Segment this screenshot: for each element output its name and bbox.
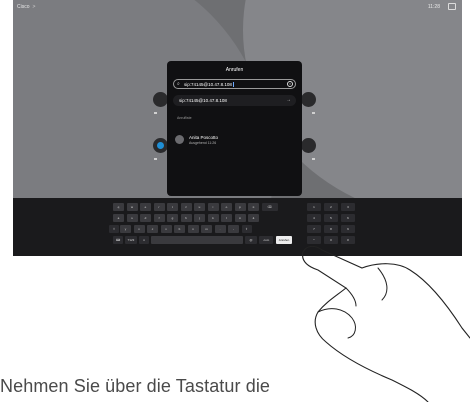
numpad-key-4[interactable]: 4	[307, 214, 321, 222]
caption-text: Nehmen Sie über die Tastatur die	[0, 376, 271, 396]
home-button-left-bottom	[153, 138, 168, 153]
numpad-key-2[interactable]: 2	[324, 203, 338, 211]
key-a[interactable]: a	[113, 214, 124, 222]
key-q[interactable]: q	[113, 203, 124, 211]
clock: 11:28	[427, 4, 440, 10]
numpad-key-3[interactable]: 3	[341, 203, 355, 211]
key--[interactable]: -	[228, 225, 239, 233]
numpad-key-6[interactable]: 6	[341, 214, 355, 222]
dial-suggestion[interactable]: sip:74145@10.47.8.108 →	[173, 95, 296, 106]
home-button-right-top	[301, 92, 316, 107]
key-m[interactable]: m	[201, 225, 212, 233]
key-c[interactable]: c	[147, 225, 158, 233]
home-label	[154, 112, 157, 114]
key-ü[interactable]: ü	[248, 203, 259, 211]
numpad-key-1[interactable]: 1	[307, 203, 321, 211]
numpad-key-*[interactable]: *	[307, 236, 321, 244]
clear-icon[interactable]: ×	[287, 81, 293, 87]
space-key[interactable]	[151, 236, 243, 244]
touch-screen: Cisco > 11:28 Anrufen ⌕ sip:74145@10.47.8…	[13, 0, 462, 256]
key-d[interactable]: d	[140, 214, 151, 222]
numpad-key-0[interactable]: 0	[324, 236, 338, 244]
key-g[interactable]: g	[167, 214, 178, 222]
key-l[interactable]: l	[221, 214, 232, 222]
key-f[interactable]: f	[153, 214, 165, 222]
dotcom-key[interactable]: .com	[259, 236, 273, 244]
shift-key[interactable]: ⇧	[241, 225, 252, 233]
key-e[interactable]: e	[140, 203, 151, 211]
key-p[interactable]: p	[234, 203, 246, 211]
key-ä[interactable]: ä	[248, 214, 259, 222]
avatar	[175, 135, 184, 144]
brand-label[interactable]: Cisco >	[17, 4, 35, 10]
mode-key[interactable]: ?123	[125, 236, 137, 244]
key-s[interactable]: s	[126, 214, 138, 222]
at-key[interactable]: @	[245, 236, 257, 244]
text-cursor	[232, 82, 234, 88]
search-icon: ⌕	[177, 81, 180, 87]
key-h[interactable]: h	[180, 214, 192, 222]
contact-name: Anita Poscotto	[189, 135, 219, 140]
key-v[interactable]: v	[160, 225, 172, 233]
arrow-right-icon: →	[286, 97, 291, 103]
on-screen-keyboard: q w e r t z u i o p ü a s d f g h j k l ö ä y x c v b n m. - ⌫ ⇧ ⇧ ⌨ ?123 ☺…	[13, 198, 462, 256]
home-button-right-bottom	[301, 138, 316, 153]
key-r[interactable]: r	[153, 203, 165, 211]
shift-key[interactable]: ⇧	[109, 225, 119, 233]
home-label	[312, 112, 315, 114]
numpad-key-7[interactable]: 7	[307, 225, 321, 233]
key-ö[interactable]: ö	[234, 214, 246, 222]
numpad-key-9[interactable]: 9	[341, 225, 355, 233]
top-bar: Cisco > 11:28	[13, 0, 462, 16]
camera-icon[interactable]	[448, 3, 456, 10]
numpad-key-5[interactable]: 5	[324, 214, 338, 222]
numpad-key-8[interactable]: 8	[324, 225, 338, 233]
search-input[interactable]: ⌕ sip:74145@10.47.8.108 ×	[173, 79, 296, 89]
home-label	[312, 158, 315, 160]
recent-heading: Anrufliste	[177, 116, 192, 120]
keyboard-toggle-key[interactable]: ⌨	[113, 236, 123, 244]
key-w[interactable]: w	[126, 203, 138, 211]
home-button-left-top	[153, 92, 168, 107]
list-item[interactable]: Anita Poscotto Ausgehend 11:26	[175, 133, 295, 147]
home-label	[154, 158, 157, 160]
key-z[interactable]: z	[180, 203, 192, 211]
key-.[interactable]: .	[214, 225, 226, 233]
call-dialog: Anrufen ⌕ sip:74145@10.47.8.108 × sip:74…	[167, 61, 302, 196]
backspace-key[interactable]: ⌫	[261, 203, 278, 211]
key-x[interactable]: x	[133, 225, 145, 233]
key-y[interactable]: y	[120, 225, 131, 233]
key-j[interactable]: j	[194, 214, 205, 222]
suggestion-address: sip:74145@10.47.8.108	[179, 98, 227, 103]
call-icon	[157, 142, 164, 149]
key-n[interactable]: n	[187, 225, 199, 233]
dialog-title: Anrufen	[225, 67, 244, 73]
key-o[interactable]: o	[221, 203, 232, 211]
contact-detail: Ausgehend 11:26	[189, 141, 217, 145]
call-key[interactable]: Anrufen	[276, 236, 292, 244]
emoji-key[interactable]: ☺	[139, 236, 149, 244]
key-t[interactable]: t	[167, 203, 178, 211]
key-b[interactable]: b	[174, 225, 185, 233]
key-i[interactable]: i	[207, 203, 219, 211]
key-k[interactable]: k	[207, 214, 219, 222]
key-u[interactable]: u	[194, 203, 205, 211]
numpad-key-#[interactable]: #	[341, 236, 355, 244]
